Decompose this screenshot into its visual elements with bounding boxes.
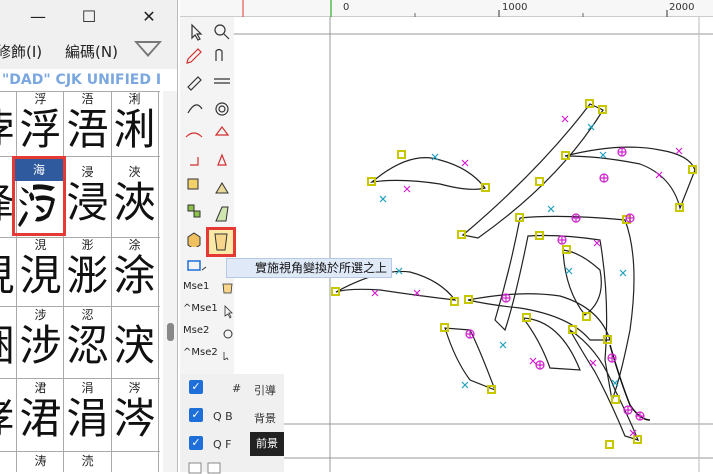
mouse1-label: Mse1 <box>183 281 210 292</box>
checkbox-icon[interactable]: ✓ <box>189 408 203 422</box>
layers-panel: ✓ # 引導 ✓ Q B 背景 ✓ Q F 前景 <box>180 374 284 474</box>
font-view-window: — ☐ ✕ 修飾(I) 編碼(N) "DAD" CJK UNIFIED I 浡 … <box>0 0 178 472</box>
checkbox-icon[interactable]: ✓ <box>189 436 203 450</box>
ruler-label: 0 <box>343 2 350 13</box>
grid-line <box>0 306 160 307</box>
layer-background[interactable]: ✓ Q B 背景 <box>180 404 284 428</box>
glyph-preview-icon <box>18 184 55 227</box>
menu-encoding[interactable]: 編碼(N) <box>65 41 118 62</box>
grid-line <box>0 237 160 238</box>
close-button[interactable]: ✕ <box>126 0 172 33</box>
selected-glyph-cell[interactable] <box>12 156 66 236</box>
grid-line <box>16 91 17 472</box>
grid-line <box>0 378 160 379</box>
perspective-transform-tool[interactable] <box>206 227 236 257</box>
perspective-icon <box>214 233 228 251</box>
menu-modify[interactable]: 修飾(I) <box>0 41 42 62</box>
tool-icons <box>185 23 230 247</box>
horizontal-ruler: 0 1000 2000 <box>180 0 713 17</box>
minimize-button[interactable]: — <box>15 0 61 33</box>
tooltip: 實施視角變換於所選之上 <box>226 258 393 278</box>
layer-guide[interactable]: ✓ # 引導 <box>180 376 284 400</box>
maximize-button[interactable]: ☐ <box>66 0 112 33</box>
checkbox-icon[interactable]: ✓ <box>189 380 203 394</box>
glyph-edit-canvas[interactable] <box>234 17 713 472</box>
grid-line <box>158 91 159 472</box>
grid-line <box>63 91 64 472</box>
layer-foreground[interactable]: ✓ Q F 前景 <box>180 432 284 456</box>
menu-overflow-icon[interactable] <box>134 41 162 57</box>
ruler-label: 1000 <box>502 2 528 13</box>
ctrl-mouse2-label: ^Mse2 <box>183 347 218 358</box>
mouse2-label: Mse2 <box>183 325 210 336</box>
menu-bar: 修飾(I) 編碼(N) <box>0 33 177 69</box>
glyph-outline <box>234 17 713 472</box>
grid-line <box>111 91 112 472</box>
layer-controls[interactable] <box>188 462 228 474</box>
subtable-banner: "DAD" CJK UNIFIED I <box>0 69 177 91</box>
mouse-tool-icons <box>222 283 233 360</box>
title-bar: — ☐ ✕ <box>0 0 177 33</box>
grid-line <box>0 451 160 452</box>
scrollbar[interactable] <box>163 91 177 472</box>
scrollbar-thumb[interactable] <box>167 323 174 341</box>
grid-line <box>0 91 160 92</box>
ruler-ticks <box>242 0 668 17</box>
ruler-label: 2000 <box>669 2 695 13</box>
ctrl-mouse1-label: ^Mse1 <box>183 303 218 314</box>
